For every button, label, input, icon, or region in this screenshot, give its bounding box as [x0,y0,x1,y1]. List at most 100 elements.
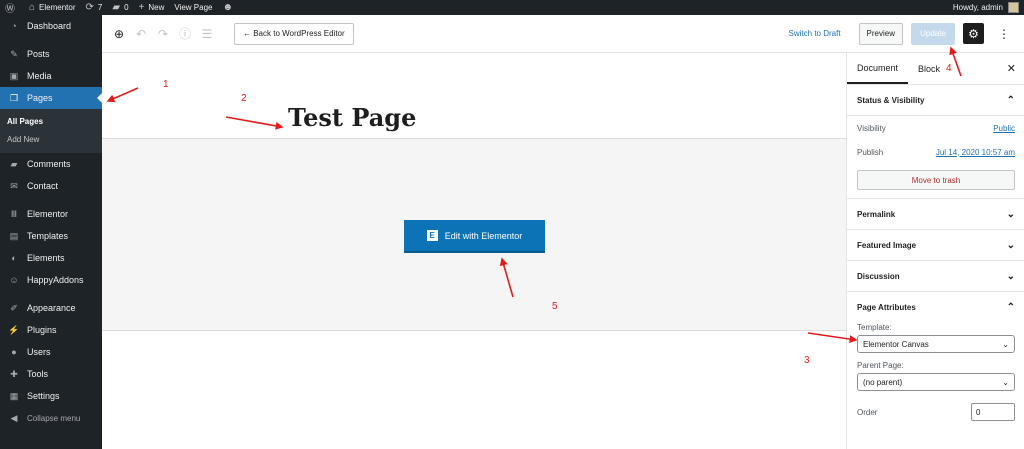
page-attributes-toggle[interactable]: Page Attributes ⌃ [847,292,1024,323]
elements-icon: ◐ [11,253,17,263]
more-options-icon[interactable]: ⋮ [998,27,1010,41]
plug-icon: ⚡ [8,324,20,335]
chevron-up-icon: ⌃ [1006,94,1015,106]
tab-block[interactable]: Block [908,53,950,84]
back-to-wordpress-editor-button[interactable]: ← Back to WordPress Editor [234,22,354,45]
page-title[interactable]: Test Page [288,103,416,132]
wordpress-logo[interactable]: Ⓦ [0,0,24,15]
collapse-menu-button[interactable]: ◀ Collapse menu [0,407,102,429]
close-icon[interactable]: ✕ [1007,62,1016,75]
sidebar-item-posts[interactable]: ✎ Posts [0,43,102,65]
page-attributes-body: Template: Elementor Canvas ⌄ Parent Page… [847,323,1024,421]
chevron-down-icon: ⌄ [1002,339,1009,349]
view-page-link[interactable]: View Page [169,0,217,15]
refresh-icon: ⟳ [85,2,94,13]
admin-sidebar: ◔ Dashboard ✎ Posts ▣ Media ❐ Pages All Page… [0,15,102,449]
mail-icon: ✉ [10,180,18,191]
publish-date-link[interactable]: Jul 14, 2020 10:57 am [936,148,1015,157]
featured-image-toggle[interactable]: Featured Image ⌄ [847,230,1024,261]
sidebar-item-happyaddons[interactable]: ☺ HappyAddons [0,269,102,291]
order-input[interactable]: 0 [971,403,1015,421]
avatar [1008,2,1019,13]
editor-canvas: Test Page E Edit with Elementor [102,53,846,449]
submenu-add-new[interactable]: Add New [0,131,102,149]
info-icon[interactable]: ⓘ [174,25,196,42]
elementor-icon: Ⅲ [10,208,18,219]
wordpress-icon: Ⓦ [5,4,15,15]
smiley-icon: ☻ [222,2,234,13]
happy-icon: ☺ [9,275,19,285]
gear-icon: ⚙ [968,26,979,41]
panel-tabs: Document Block ✕ [847,53,1024,85]
sidebar-item-appearance[interactable]: ✐ Appearance [0,297,102,319]
chevron-up-icon: ⌃ [1006,302,1015,313]
edit-with-elementor-button[interactable]: E Edit with Elementor [404,220,545,251]
sidebar-item-plugins[interactable]: ⚡ Plugins [0,319,102,341]
happyaddons-adminbar-icon[interactable]: ☻ [217,0,242,15]
outline-icon[interactable]: ☰ [196,27,218,41]
elementor-placeholder-area: E Edit with Elementor [102,138,846,331]
user-icon: ● [11,347,17,357]
tab-document[interactable]: Document [847,53,909,84]
dashboard-icon: ◔ [11,21,17,31]
sidebar-item-media[interactable]: ▣ Media [0,65,102,87]
account-menu[interactable]: Howdy, admin [948,0,1024,15]
sidebar-item-elementor[interactable]: Ⅲ Elementor [0,203,102,225]
sidebar-item-pages[interactable]: ❐ Pages [0,87,102,109]
collapse-icon: ◀ [10,412,18,423]
comment-bubble-icon: ▰ [112,2,121,13]
toolbar-actions: Switch to Draft Preview Update ⚙ ⋮ [789,22,1024,45]
pin-icon: ✎ [10,48,18,59]
visibility-row: Visibility Public [857,123,1015,133]
sidebar-item-settings[interactable]: ▦ Settings [0,385,102,407]
publish-row: Publish Jul 14, 2020 10:57 am [857,147,1015,157]
site-name-link[interactable]: ⌂ Elementor [24,0,81,15]
edit-with-elementor-label: Edit with Elementor [444,230,523,241]
elementor-logo-icon: E [426,230,438,241]
home-icon: ⌂ [29,2,36,13]
settings-gear-button[interactable]: ⚙ [963,23,984,44]
new-content-link[interactable]: + New [134,0,170,15]
redo-icon[interactable]: ↷ [152,27,174,41]
chevron-down-icon: ⌄ [1006,208,1015,220]
sidebar-item-elements[interactable]: ◐ Elements [0,247,102,269]
media-icon: ▣ [9,70,19,81]
sidebar-item-templates[interactable]: ▤ Templates [0,225,102,247]
parent-page-label: Parent Page: [857,361,904,370]
move-to-trash-button[interactable]: Move to trash [857,170,1015,190]
document-settings-panel: Document Block ✕ Status & Visibility ⌃ V… [846,53,1024,449]
plus-icon: + [138,2,145,13]
update-button[interactable]: Update [911,22,955,45]
comment-icon: ▰ [10,158,18,169]
submenu-all-pages[interactable]: All Pages [0,113,102,131]
pages-submenu: All Pages Add New [0,109,102,153]
folder-icon: ▤ [9,230,19,241]
template-label: Template: [857,323,892,332]
chevron-down-icon: ⌄ [1006,270,1015,282]
visibility-link[interactable]: Public [993,124,1015,133]
comments-link[interactable]: ▰ 0 [107,0,133,15]
sidebar-item-contact[interactable]: ✉ Contact [0,175,102,197]
pages-icon: ❐ [9,92,19,103]
status-visibility-body: Visibility Public Publish Jul 14, 2020 1… [847,116,1024,199]
status-visibility-toggle[interactable]: Status & Visibility ⌃ [847,85,1024,116]
updates-link[interactable]: ⟳ 7 [81,0,108,15]
editor-toolbar: ⊕ ↶ ↷ ⓘ ☰ ← Back to WordPress Editor Swi… [102,15,1024,53]
template-select[interactable]: Elementor Canvas ⌄ [857,335,1015,353]
sidebar-item-dashboard[interactable]: ◔ Dashboard [0,15,102,37]
undo-icon[interactable]: ↶ [130,27,152,41]
chevron-down-icon: ⌄ [1002,377,1009,387]
settings-icon: ▦ [9,390,19,401]
permalink-toggle[interactable]: Permalink ⌄ [847,199,1024,230]
switch-to-draft-button[interactable]: Switch to Draft [789,29,841,38]
wrench-icon: ✚ [10,368,18,379]
parent-page-select[interactable]: (no parent) ⌄ [857,373,1015,391]
add-block-icon[interactable]: ⊕ [108,27,130,41]
sidebar-item-users[interactable]: ● Users [0,341,102,363]
admin-bar: Ⓦ ⌂ Elementor ⟳ 7 ▰ 0 + New View Page ☻ Howd… [0,0,1024,15]
sidebar-item-comments[interactable]: ▰ Comments [0,153,102,175]
discussion-toggle[interactable]: Discussion ⌄ [847,261,1024,292]
order-row: Order 0 [857,403,1015,421]
sidebar-item-tools[interactable]: ✚ Tools [0,363,102,385]
preview-button[interactable]: Preview [858,22,903,45]
